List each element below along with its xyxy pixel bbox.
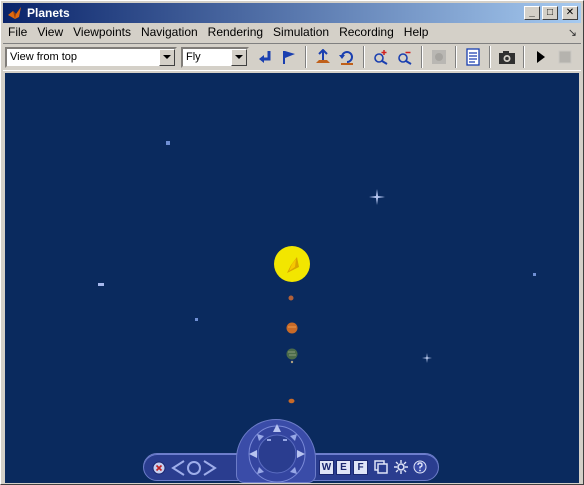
title-bar[interactable]: Planets _ □ ✕ — [3, 3, 581, 23]
menu-file[interactable]: File — [3, 23, 32, 42]
settings-icon — [394, 460, 408, 474]
menu-rendering[interactable]: Rendering — [203, 23, 268, 42]
toolbar: View from top Fly — [3, 43, 581, 71]
viewpoint-flag-button[interactable] — [277, 45, 301, 69]
walk-mode-button[interactable]: W — [319, 460, 334, 475]
record-button[interactable] — [427, 45, 451, 69]
chevron-down-icon[interactable] — [231, 48, 247, 66]
close-panel-icon — [152, 461, 166, 475]
menu-simulation[interactable]: Simulation — [268, 23, 334, 42]
window-title: Planets — [27, 6, 70, 20]
copy-view-button[interactable] — [461, 45, 485, 69]
play-button[interactable] — [529, 45, 553, 69]
star-icon — [422, 353, 432, 363]
forward-button[interactable] — [201, 458, 219, 478]
app-window: Planets _ □ ✕ File View Viewpoints Navig… — [0, 0, 584, 485]
menu-viewpoints[interactable]: Viewpoints — [68, 23, 136, 42]
zoom-in-button[interactable] — [369, 45, 393, 69]
settings-button[interactable] — [393, 459, 409, 475]
star-icon — [195, 318, 198, 321]
examine-mode-button[interactable]: E — [336, 460, 351, 475]
zoom-out-icon — [398, 51, 412, 65]
play-icon — [537, 51, 545, 63]
close-button[interactable]: ✕ — [562, 6, 578, 20]
snapshot-icon — [499, 51, 515, 64]
zoom-out-button[interactable] — [393, 45, 417, 69]
straighten-up-icon — [339, 51, 353, 65]
menu-bar: File View Viewpoints Navigation Renderin… — [3, 23, 581, 42]
matlab-logo-icon — [8, 7, 21, 19]
record-icon — [432, 50, 446, 64]
dock-arrow-icon[interactable]: ↘ — [568, 26, 577, 39]
menu-navigation[interactable]: Navigation — [136, 23, 203, 42]
menu-recording[interactable]: Recording — [334, 23, 399, 42]
toolbar-separator — [455, 46, 457, 68]
star-icon — [166, 141, 170, 145]
help-icon — [413, 460, 427, 474]
sun-icon[interactable] — [273, 245, 311, 283]
planet-mars-icon[interactable] — [288, 398, 295, 404]
return-button[interactable] — [253, 45, 277, 69]
copy-icon — [374, 460, 388, 474]
fly-mode-button[interactable]: F — [353, 460, 368, 475]
planet-mercury-icon[interactable] — [288, 295, 294, 301]
toolbar-separator — [363, 46, 365, 68]
go-to-viewpoint-button[interactable] — [311, 45, 335, 69]
navmode-select-value: Fly — [186, 51, 201, 63]
compass-dial-graphic — [248, 424, 306, 483]
viewpoint-select[interactable]: View from top — [5, 46, 177, 68]
toolbar-separator — [305, 46, 307, 68]
copy-view-icon — [466, 48, 480, 66]
back-arrow-icon — [171, 460, 185, 476]
planet-venus-icon[interactable] — [286, 322, 298, 334]
compass-dial-icon[interactable] — [236, 419, 316, 483]
menu-view[interactable]: View — [32, 23, 68, 42]
help-button[interactable] — [412, 459, 428, 475]
viewpoint-flag-icon — [283, 51, 295, 64]
return-icon — [259, 51, 271, 63]
copy-button[interactable] — [373, 459, 389, 475]
snapshot-button[interactable] — [495, 45, 519, 69]
close-panel-button[interactable] — [151, 460, 167, 476]
toolbar-separator — [523, 46, 525, 68]
star-icon — [369, 189, 385, 205]
minimize-button[interactable]: _ — [524, 6, 540, 20]
planet-earth-icon[interactable] — [286, 348, 298, 364]
stop-icon — [558, 50, 572, 64]
viewpoint-select-value: View from top — [10, 51, 78, 63]
forward-arrow-icon — [203, 460, 217, 476]
circle-icon — [187, 461, 201, 475]
toolbar-separator — [489, 46, 491, 68]
straighten-up-button[interactable] — [335, 45, 359, 69]
toolbar-separator — [421, 46, 423, 68]
stop-button[interactable] — [553, 45, 577, 69]
star-icon — [98, 283, 104, 286]
zoom-in-icon — [374, 50, 388, 65]
maximize-button[interactable]: □ — [542, 6, 558, 20]
navigation-panel: W E F — [143, 419, 439, 483]
menu-help[interactable]: Help — [399, 23, 434, 42]
star-icon — [533, 273, 536, 276]
go-to-viewpoint-icon — [316, 49, 330, 63]
chevron-down-icon[interactable] — [159, 48, 175, 66]
navmode-select[interactable]: Fly — [181, 46, 249, 68]
